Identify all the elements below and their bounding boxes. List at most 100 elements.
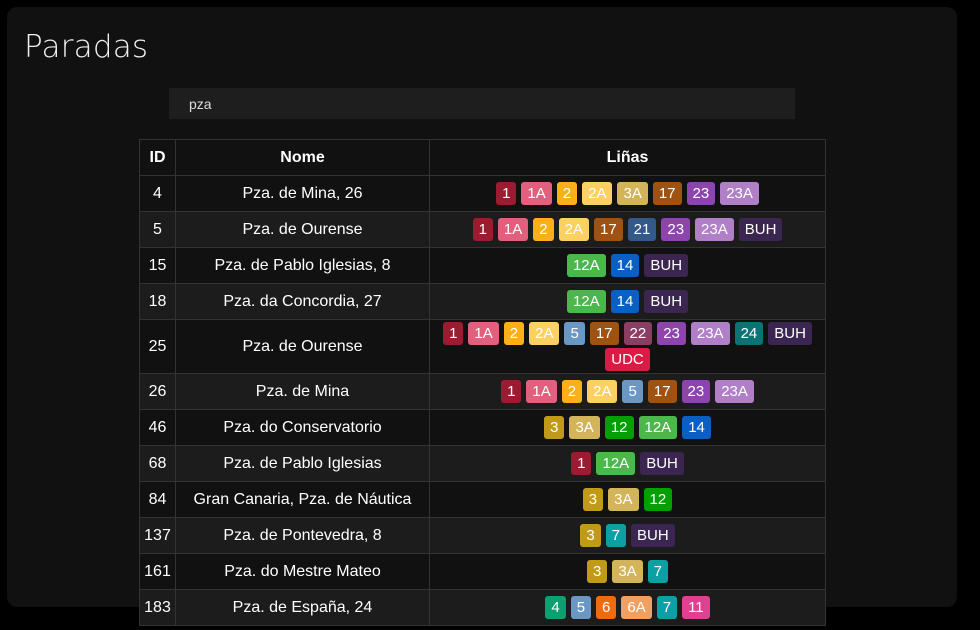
line-badge[interactable]: 14	[682, 416, 711, 439]
table-row[interactable]: 183 Pza. de España, 24 4 5 6 6A 7 11	[139, 589, 826, 626]
line-badge[interactable]: 23	[686, 182, 716, 205]
page-title: Paradas	[24, 29, 149, 65]
line-badge[interactable]: 5	[570, 596, 592, 619]
line-badge[interactable]: BUH	[768, 322, 812, 345]
line-badge[interactable]: 3	[544, 416, 565, 439]
line-badge[interactable]: 23A	[715, 380, 754, 403]
line-badge[interactable]: UDC	[605, 348, 650, 371]
column-header-linas[interactable]: Liñas	[429, 139, 826, 176]
line-badge[interactable]: 12A	[596, 452, 636, 475]
table-row[interactable]: 15 Pza. de Pablo Iglesias, 8 12A 14 BUH	[139, 247, 826, 284]
line-badge[interactable]: 21	[627, 218, 657, 241]
line-badge[interactable]: BUH	[644, 290, 689, 313]
line-badge[interactable]: BUH	[640, 452, 684, 475]
stop-name: Pza. de Mina, 26	[175, 175, 430, 212]
table-row[interactable]: 46 Pza. do Conservatorio 3 3A 12 12A 14	[139, 409, 826, 446]
line-badge[interactable]: BUH	[644, 254, 689, 277]
line-badge[interactable]: 23A	[690, 322, 730, 345]
table-row[interactable]: 137 Pza. de Pontevedra, 8 3 7 BUH	[139, 517, 826, 554]
line-badge[interactable]: 1A	[497, 218, 529, 241]
line-badge[interactable]: 6A	[621, 596, 652, 619]
line-badge[interactable]: 22	[623, 322, 653, 345]
column-header-id[interactable]: ID	[139, 139, 176, 176]
stop-id: 25	[139, 319, 176, 374]
line-badge[interactable]: 23	[661, 218, 691, 241]
stop-lines: 1 1A 2 2A 5 17 23 23A	[429, 373, 826, 410]
stop-name: Pza. da Concordia, 27	[175, 283, 430, 320]
line-badge[interactable]: 5	[564, 322, 585, 345]
line-badge[interactable]: 23	[657, 322, 686, 345]
line-badge[interactable]: 7	[647, 560, 669, 583]
line-badge[interactable]: 3A	[617, 182, 648, 205]
line-badge[interactable]: 14	[610, 254, 640, 277]
stop-id: 84	[139, 481, 176, 518]
line-badge[interactable]: 2A	[582, 182, 613, 205]
line-badge[interactable]: 1	[443, 322, 464, 345]
line-badge[interactable]: 1A	[468, 322, 499, 345]
line-badge[interactable]: 3A	[569, 416, 600, 439]
line-badge[interactable]: 1	[472, 218, 493, 241]
stop-lines: 1 12A BUH	[429, 445, 826, 482]
stop-name: Pza. de Mina	[175, 373, 430, 410]
stop-name: Pza. do Mestre Mateo	[175, 553, 430, 590]
line-badge[interactable]: 1A	[526, 380, 557, 403]
line-badge[interactable]: 17	[647, 380, 677, 403]
table-header-row: ID Nome Liñas	[139, 139, 826, 176]
stop-id: 26	[139, 373, 176, 410]
line-badge[interactable]: 12	[604, 416, 634, 439]
line-badge[interactable]: 3	[586, 560, 608, 583]
line-badge[interactable]: 7	[656, 596, 678, 619]
stop-lines: 3 7 BUH	[429, 517, 826, 554]
line-badge[interactable]: 12A	[566, 254, 606, 277]
stop-id: 46	[139, 409, 176, 446]
search-input[interactable]	[169, 88, 795, 119]
line-badge[interactable]: 2A	[587, 380, 618, 403]
line-badge[interactable]: 3	[582, 488, 604, 511]
line-badge[interactable]: 12A	[566, 290, 606, 313]
line-badge[interactable]: BUH	[631, 524, 675, 547]
line-badge[interactable]: 23	[681, 380, 711, 403]
table-row[interactable]: 26 Pza. de Mina 1 1A 2 2A 5 17 23 23A	[139, 373, 826, 410]
stop-name: Pza. de Ourense	[175, 319, 430, 374]
line-badge[interactable]: 24	[734, 322, 764, 345]
table-row[interactable]: 25 Pza. de Ourense 1 1A 2 2A 5 17 22 23 23A 24 BUH UD…	[139, 319, 826, 374]
line-badge[interactable]: 1A	[521, 182, 552, 205]
line-badge[interactable]: 1	[501, 380, 522, 403]
line-badge[interactable]: 12	[643, 488, 673, 511]
table-row[interactable]: 84 Gran Canaria, Pza. de Náutica 3 3A 12	[139, 481, 826, 518]
table-row[interactable]: 161 Pza. do Mestre Mateo 3 3A 7	[139, 553, 826, 590]
line-badge[interactable]: 4	[545, 596, 566, 619]
line-badge[interactable]: 17	[652, 182, 682, 205]
line-badge[interactable]: 14	[610, 290, 640, 313]
line-badge[interactable]: 1	[571, 452, 592, 475]
line-badge[interactable]: 7	[605, 524, 626, 547]
line-badge[interactable]: 2	[533, 218, 554, 241]
line-badge[interactable]: 23A	[695, 218, 734, 241]
line-badge[interactable]: 2A	[558, 218, 589, 241]
line-badge[interactable]: 6	[596, 596, 617, 619]
line-badge[interactable]: 3A	[608, 488, 639, 511]
line-badge[interactable]: 3A	[612, 560, 643, 583]
table-row[interactable]: 4 Pza. de Mina, 26 1 1A 2 2A 3A 17 23 23A	[139, 175, 826, 212]
table-row[interactable]: 68 Pza. de Pablo Iglesias 1 12A BUH	[139, 445, 826, 482]
line-badge[interactable]: 17	[593, 218, 623, 241]
line-badge[interactable]: 3	[580, 524, 601, 547]
stop-lines: 4 5 6 6A 7 11	[429, 589, 826, 626]
table-row[interactable]: 18 Pza. da Concordia, 27 12A 14 BUH	[139, 283, 826, 320]
stop-lines: 3 3A 12 12A 14	[429, 409, 826, 446]
line-badge[interactable]: 2A	[529, 322, 560, 345]
line-badge[interactable]: 23A	[720, 182, 759, 205]
line-badge[interactable]: 12A	[638, 416, 678, 439]
line-badge[interactable]: 2	[556, 182, 578, 205]
line-badge[interactable]: BUH	[738, 218, 783, 241]
line-badge[interactable]: 17	[589, 322, 619, 345]
stop-lines: 12A 14 BUH	[429, 283, 826, 320]
line-badge[interactable]: 1	[496, 182, 517, 205]
line-badge[interactable]: 11	[682, 596, 710, 619]
stop-lines: 1 1A 2 2A 17 21 23 23A BUH	[429, 211, 826, 248]
table-row[interactable]: 5 Pza. de Ourense 1 1A 2 2A 17 21 23 23A BUH	[139, 211, 826, 248]
line-badge[interactable]: 5	[622, 380, 643, 403]
line-badge[interactable]: 2	[561, 380, 583, 403]
column-header-nome[interactable]: Nome	[175, 139, 430, 176]
line-badge[interactable]: 2	[503, 322, 525, 345]
